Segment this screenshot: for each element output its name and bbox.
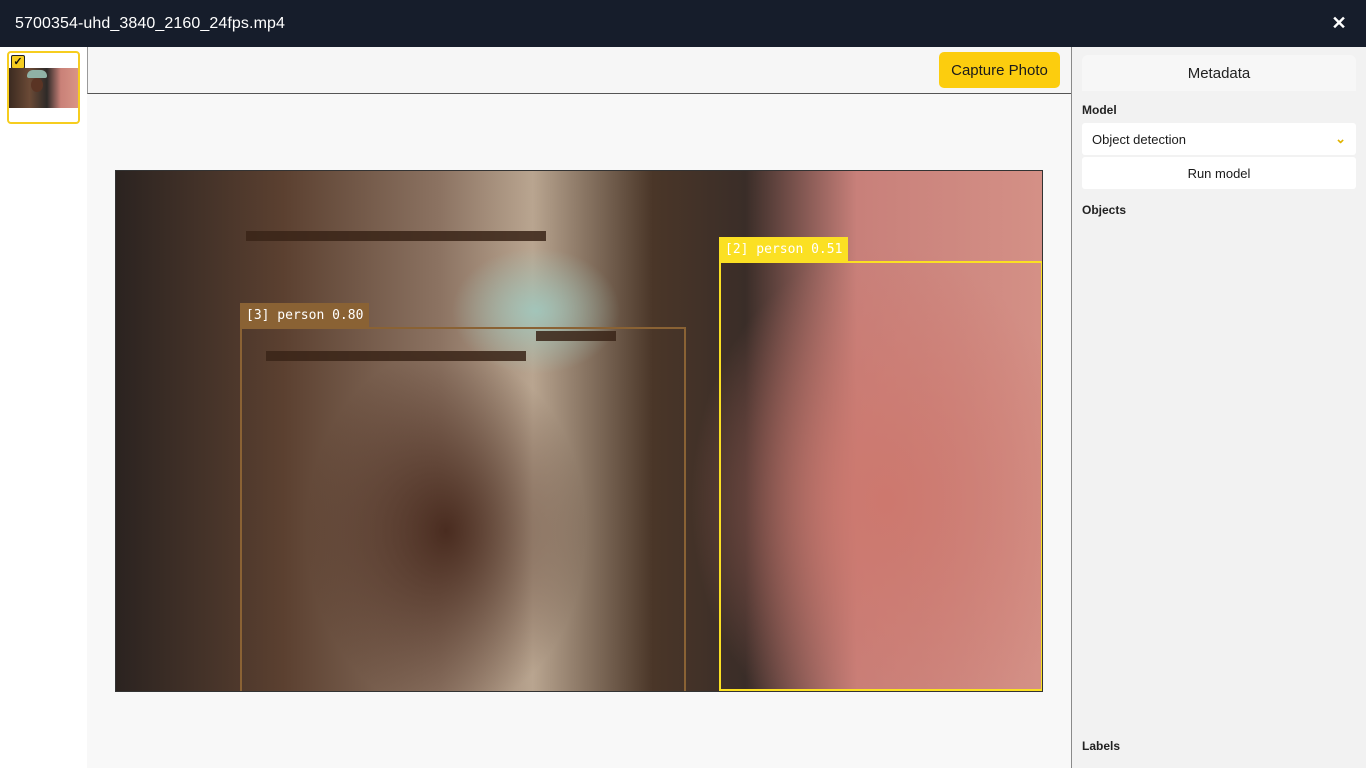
model-label: Model: [1082, 103, 1117, 117]
objects-label: Objects: [1082, 203, 1127, 217]
video-frame[interactable]: [3] person 0.80 [2] person 0.51: [115, 170, 1043, 692]
detection-box-person-2[interactable]: [2] person 0.51: [719, 237, 1042, 691]
labels-label: Labels: [1082, 739, 1121, 753]
title-bar: 5700354-uhd_3840_2160_24fps.mp4 ✕: [0, 0, 1366, 47]
model-select[interactable]: Object detection ⌄: [1082, 123, 1356, 155]
capture-photo-button[interactable]: Capture Photo: [939, 52, 1060, 88]
close-icon[interactable]: ✕: [1326, 11, 1352, 37]
metadata-sidebar: Metadata Model Object detection ⌄ Run mo…: [1071, 47, 1366, 768]
tab-metadata[interactable]: Metadata: [1082, 55, 1356, 91]
thumbnail-image: [9, 68, 78, 108]
thumbnail-rail: ✓: [0, 47, 87, 768]
viewer-panel: Capture Photo [3] person 0.80 [2] person…: [87, 47, 1071, 768]
detection-box-person-3[interactable]: [3] person 0.80: [240, 303, 686, 691]
background-shelf: [246, 231, 546, 241]
window-title: 5700354-uhd_3840_2160_24fps.mp4: [15, 14, 286, 32]
run-model-button[interactable]: Run model: [1082, 157, 1356, 189]
model-select-value: Object detection: [1092, 131, 1186, 147]
detection-label: [2] person 0.51: [719, 237, 849, 261]
thumbnail-item[interactable]: ✓: [7, 51, 80, 124]
viewer-toolbar: Capture Photo: [87, 47, 1071, 94]
checkbox-checked-icon[interactable]: ✓: [11, 55, 25, 69]
chevron-down-icon: ⌄: [1335, 131, 1346, 146]
detection-label: [3] person 0.80: [240, 303, 370, 327]
